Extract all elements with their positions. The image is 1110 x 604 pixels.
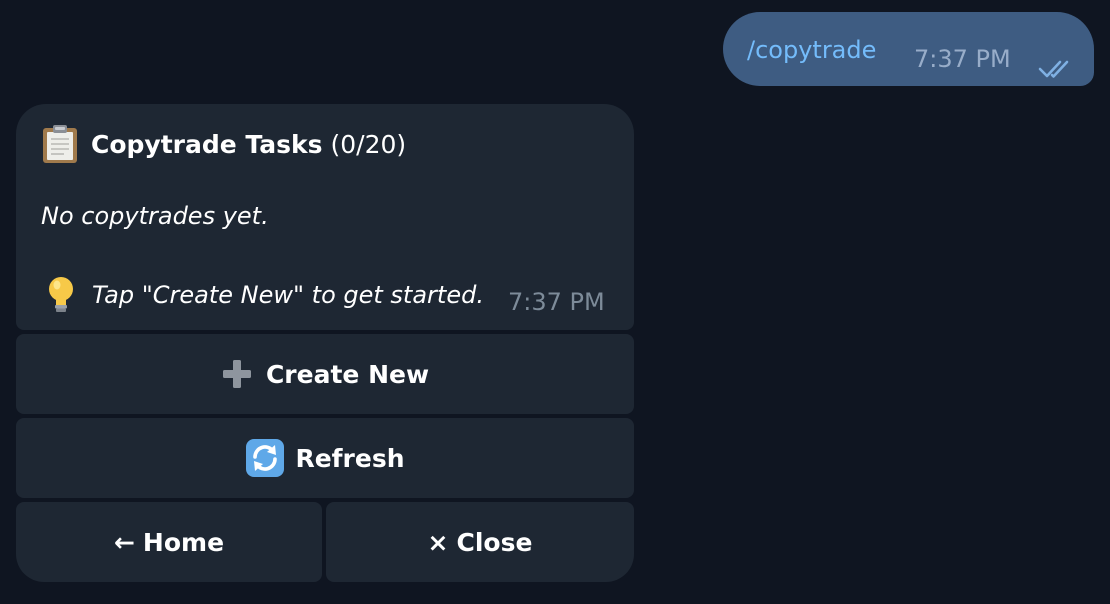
create-new-button[interactable]: Create New (16, 334, 634, 414)
arrow-left-icon: ← (113, 527, 135, 557)
outgoing-command-text[interactable]: /copytrade (747, 35, 876, 65)
close-label: Close (456, 527, 533, 557)
empty-state-text: No copytrades yet. (41, 202, 269, 230)
outgoing-timestamp: 7:37 PM (914, 45, 1011, 73)
plus-icon (222, 360, 251, 388)
bot-message: Copytrade Tasks (0/20) No copytrades yet… (16, 104, 634, 330)
clipboard-icon (43, 125, 77, 163)
refresh-icon (246, 439, 285, 477)
message-title: Copytrade Tasks (91, 129, 323, 159)
refresh-label: Refresh (295, 443, 405, 473)
home-button[interactable]: ← Home (16, 502, 322, 582)
outgoing-message: /copytrade 7:37 PM (723, 12, 1094, 86)
tip-row: Tap "Create New" to get started. (46, 276, 484, 314)
close-icon: × (427, 527, 449, 557)
double-check-icon (1038, 60, 1069, 78)
message-title-row: Copytrade Tasks (0/20) (42, 124, 406, 164)
close-button[interactable]: × Close (326, 502, 634, 582)
incoming-timestamp: 7:37 PM (508, 288, 605, 316)
task-count: (0/20) (330, 129, 407, 159)
lightbulb-icon (49, 277, 73, 312)
refresh-button[interactable]: Refresh (16, 418, 634, 498)
create-new-label: Create New (265, 359, 430, 389)
tip-text: Tap "Create New" to get started. (92, 281, 484, 309)
home-label: Home (142, 527, 225, 557)
